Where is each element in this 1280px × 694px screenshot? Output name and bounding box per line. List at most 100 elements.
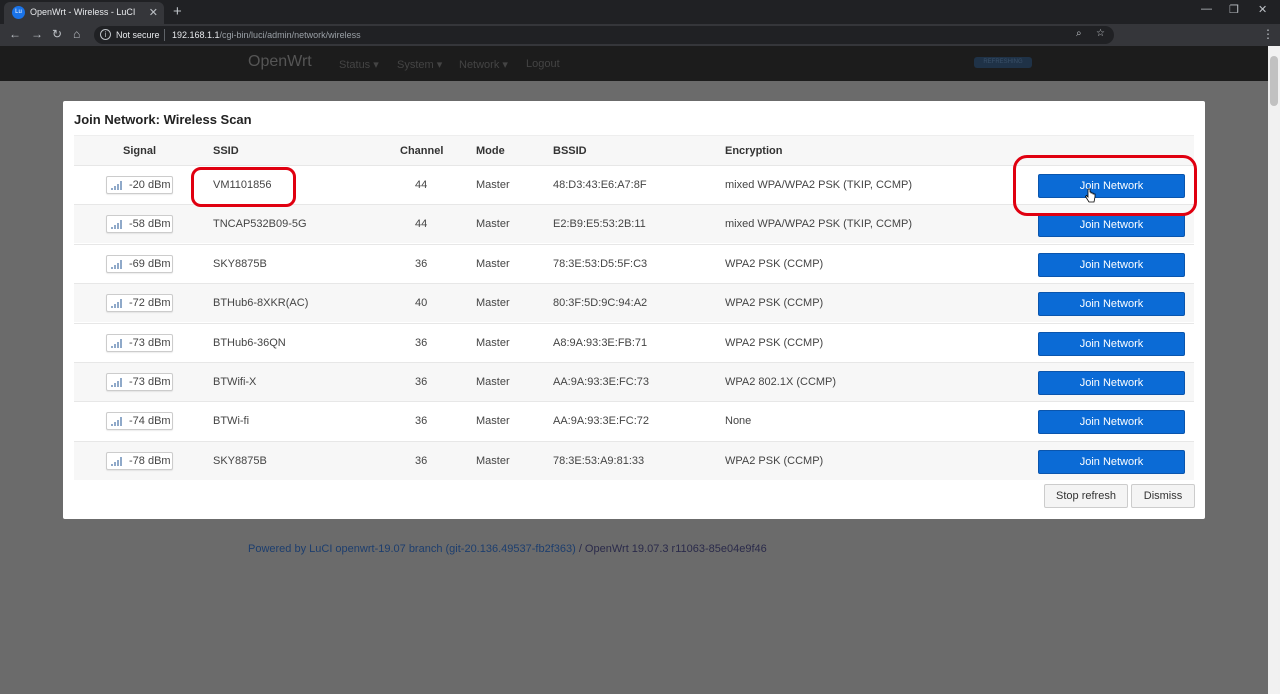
bookmark-star-icon[interactable]: ☆: [1096, 28, 1105, 39]
browser-menu-icon[interactable]: ⋮: [1262, 27, 1274, 41]
table-row: -73 dBm BTWifi-X 36 Master AA:9A:93:3E:FC:73…: [74, 362, 1194, 401]
hand-cursor-icon: [1084, 188, 1096, 203]
signal-badge: -73 dBm: [106, 333, 173, 352]
mode-cell: Master: [476, 218, 510, 231]
menu-logout[interactable]: Logout: [526, 58, 560, 70]
tab-close-icon[interactable]: ✕: [149, 6, 158, 19]
table-row: -73 dBm BTHub6-36QN 36 Master A8:9A:93:3E:FB…: [74, 322, 1194, 362]
version-text: / OpenWrt 19.07.3 r11063-85e04e9f46: [575, 543, 767, 555]
bssid-cell: 48:D3:43:E6:A7:8F: [553, 179, 647, 191]
signal-badge: -73 dBm: [106, 373, 173, 391]
signal-badge: -78 dBm: [106, 451, 173, 470]
url-path: /cgi-bin/luci/admin/network/wireless: [219, 30, 361, 40]
signal-badge: -74 dBm: [106, 412, 173, 431]
join-network-button[interactable]: Join Network: [1038, 213, 1185, 238]
encryption-cell: mixed WPA/WPA2 PSK (TKIP, CCMP): [725, 218, 913, 231]
brand-logo[interactable]: OpenWrt: [248, 53, 312, 71]
ssid-cell: BTHub6-36QN: [213, 336, 286, 349]
table-row: -74 dBm BTWi-fi 36 Master AA:9A:93:3E:FC:72 N…: [74, 401, 1194, 440]
dismiss-button[interactable]: Dismiss: [1131, 484, 1195, 508]
signal-value: -73 dBm: [129, 376, 171, 388]
channel-cell: 40: [415, 297, 428, 310]
restore-icon[interactable]: ❐: [1229, 3, 1239, 16]
menu-system[interactable]: System ▾: [397, 58, 442, 71]
url-text[interactable]: 192.168.1.1/cgi-bin/luci/admin/network/w…: [172, 30, 361, 40]
join-network-button[interactable]: Join Network: [1038, 449, 1185, 474]
ssid-cell: BTHub6-8XKR(AC): [213, 297, 309, 310]
signal-badge: -69 dBm: [106, 254, 173, 273]
refresh-status-badge[interactable]: REFRESHING: [974, 57, 1032, 68]
column-header-signal: Signal: [123, 145, 157, 157]
powered-by-link[interactable]: Powered by LuCI openwrt-19.07 branch (gi…: [248, 543, 576, 555]
join-network-button[interactable]: Join Network: [1038, 292, 1185, 317]
menu-network[interactable]: Network ▾: [459, 58, 508, 71]
encryption-cell: WPA2 PSK (CCMP): [725, 257, 824, 270]
not-secure-label: Not secure: [116, 30, 160, 40]
window-close-icon[interactable]: ✕: [1258, 3, 1267, 16]
browser-tab-bar: Lu OpenWrt - Wireless - LuCI ✕ + — ❐ ✕: [0, 0, 1280, 24]
bssid-cell: 78:3E:53:A9:81:33: [553, 454, 645, 467]
mode-cell: Master: [476, 454, 510, 467]
signal-strength-icon: [111, 417, 122, 427]
home-icon[interactable]: ⌂: [73, 27, 80, 41]
channel-cell: 44: [415, 218, 428, 231]
signal-value: -72 dBm: [129, 297, 171, 310]
forward-icon[interactable]: →: [31, 27, 43, 41]
join-network-button[interactable]: Join Network: [1038, 331, 1185, 356]
signal-strength-icon: [111, 456, 122, 466]
signal-badge: -72 dBm: [106, 294, 173, 313]
column-header-bssid: BSSID: [553, 145, 587, 157]
menu-status[interactable]: Status ▾: [339, 58, 379, 71]
signal-value: -58 dBm: [129, 218, 171, 231]
table-row: -78 dBm SKY8875B 36 Master 78:3E:53:A9:81:33…: [74, 440, 1194, 480]
signal-value: -74 dBm: [129, 415, 171, 428]
mode-cell: Master: [476, 297, 510, 310]
join-highlight-annotation: [1013, 155, 1197, 216]
encryption-cell: WPA2 PSK (CCMP): [725, 454, 824, 467]
page-scrollbar[interactable]: [1268, 46, 1280, 694]
bssid-cell: AA:9A:93:3E:FC:73: [553, 376, 649, 388]
encryption-cell: WPA2 PSK (CCMP): [725, 336, 824, 349]
mode-cell: Master: [476, 257, 510, 270]
modal-title: Join Network: Wireless Scan: [74, 112, 252, 127]
new-tab-icon[interactable]: +: [173, 3, 182, 20]
bssid-cell: AA:9A:93:3E:FC:72: [553, 415, 649, 428]
join-network-button[interactable]: Join Network: [1038, 371, 1185, 395]
ssid-cell: SKY8875B: [213, 257, 267, 270]
minimize-icon[interactable]: —: [1201, 3, 1212, 15]
bssid-cell: 80:3F:5D:9C:94:A2: [553, 297, 648, 310]
table-row: -69 dBm SKY8875B 36 Master 78:3E:53:D5:5F:C3…: [74, 243, 1194, 283]
join-network-button[interactable]: Join Network: [1038, 252, 1185, 277]
signal-strength-icon: [111, 299, 122, 309]
channel-cell: 36: [415, 415, 428, 428]
bssid-cell: A8:9A:93:3E:FB:71: [553, 336, 648, 349]
tab-title: OpenWrt - Wireless - LuCI: [30, 7, 136, 17]
signal-strength-icon: [111, 220, 122, 230]
ssid-highlight-annotation: [191, 167, 296, 207]
mode-cell: Master: [476, 376, 510, 388]
zoom-icon[interactable]: ⌕: [1076, 28, 1082, 39]
table-row: -72 dBm BTHub6-8XKR(AC) 40 Master 80:3F:5D:9…: [74, 283, 1194, 323]
browser-toolbar: ← → ↻ ⌂ i Not secure 192.168.1.1/cgi-bin…: [0, 24, 1280, 65]
mode-cell: Master: [476, 336, 510, 349]
channel-cell: 36: [415, 454, 428, 467]
signal-value: -20 dBm: [129, 179, 171, 191]
scroll-thumb[interactable]: [1270, 56, 1278, 106]
channel-cell: 36: [415, 376, 428, 388]
channel-cell: 44: [415, 179, 428, 191]
info-icon[interactable]: i: [100, 29, 111, 40]
back-icon[interactable]: ←: [9, 27, 21, 41]
openwrt-navbar: OpenWrt Status ▾ System ▾ Network ▾ Logo…: [0, 46, 1268, 81]
ssid-cell: TNCAP532B09-5G: [213, 218, 307, 231]
channel-cell: 36: [415, 257, 428, 270]
reload-icon[interactable]: ↻: [52, 27, 62, 41]
signal-strength-icon: [111, 181, 122, 190]
encryption-cell: WPA2 PSK (CCMP): [725, 297, 824, 310]
browser-tab[interactable]: Lu OpenWrt - Wireless - LuCI ✕: [4, 2, 164, 24]
ssid-cell: BTWifi-X: [213, 376, 257, 388]
url-separator: [164, 29, 165, 41]
ssid-cell: SKY8875B: [213, 454, 267, 467]
address-bar[interactable]: i Not secure 192.168.1.1/cgi-bin/luci/ad…: [94, 26, 1114, 44]
stop-refresh-button[interactable]: Stop refresh: [1044, 484, 1128, 508]
join-network-button[interactable]: Join Network: [1038, 410, 1185, 435]
